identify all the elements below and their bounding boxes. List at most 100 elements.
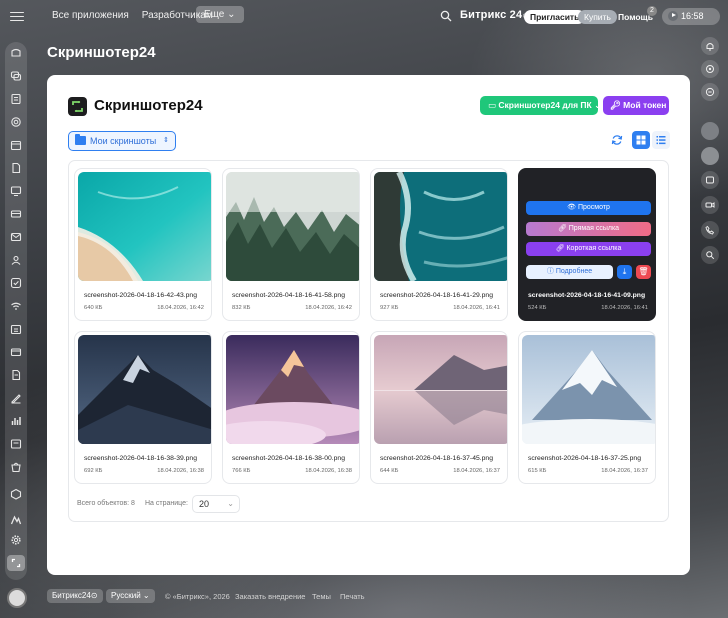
contacts-icon[interactable] (10, 254, 22, 266)
tasks-icon[interactable] (10, 277, 22, 289)
wifi-icon[interactable] (10, 300, 22, 312)
news-icon[interactable] (10, 93, 22, 105)
analytics-icon[interactable] (10, 415, 22, 427)
shop-icon[interactable] (10, 461, 22, 473)
search-chat-icon[interactable] (701, 246, 719, 264)
order-implementation-link[interactable]: Заказать внедрение (235, 592, 305, 601)
download-icon[interactable]: ⤓ (617, 265, 632, 279)
details-label: Подробнее (555, 268, 593, 275)
screenshot-tile-hovered[interactable]: 👁︎ Просмотр 🔗︎ Прямая ссылка 🔗︎ Короткая… (518, 168, 656, 321)
chat-icon[interactable] (10, 70, 22, 82)
market-icon[interactable] (10, 488, 22, 500)
screenshot-filename: screenshot-2026-04-18-16-42-43.png (84, 292, 197, 299)
my-token-button[interactable]: 🔑︎ Мой токен (603, 96, 669, 115)
screenshot-filename: screenshot-2026-04-18-16-41-58.png (232, 292, 345, 299)
folder-select[interactable]: Мои скриншоты ⇕ (68, 131, 176, 151)
planner-icon[interactable] (10, 323, 22, 335)
top-bar: Все приложения Разработчикам Еще ⌄ Битри… (0, 0, 728, 32)
footer-brand-button[interactable]: Битрикс24⊙ (47, 589, 103, 603)
contact-avatar-2[interactable] (701, 147, 719, 165)
screenshot-date: 18.04.2026, 16:42 (305, 305, 352, 311)
details-button[interactable]: ⓘ Подробнее (526, 265, 613, 279)
settings-icon[interactable] (10, 534, 22, 546)
open-lines-icon[interactable] (701, 171, 719, 189)
screenshot-thumbnail[interactable] (374, 335, 507, 444)
view-button[interactable]: 👁︎ Просмотр (526, 201, 651, 215)
webforms-icon[interactable] (10, 438, 22, 450)
refresh-icon[interactable] (611, 134, 623, 146)
screenshot-meta: 640 КБ 18.04.2026, 16:42 (84, 305, 204, 311)
grid-view-button[interactable] (632, 131, 650, 149)
screenshot-tile[interactable]: screenshot-2026-04-18-16-42-43.png 640 К… (74, 168, 212, 321)
screenshot-thumbnail[interactable] (374, 172, 507, 281)
screenshot-tile[interactable]: screenshot-2026-04-18-16-41-58.png 832 К… (222, 168, 360, 321)
menu-burger-icon[interactable] (10, 9, 24, 23)
screenshot-tile[interactable]: screenshot-2026-04-18-16-41-29.png 927 К… (370, 168, 508, 321)
copilot-icon[interactable] (701, 60, 719, 78)
work-day-clock[interactable]: 16:58 (662, 8, 720, 25)
invite-button[interactable]: Пригласить (524, 10, 586, 24)
screenshot-tile[interactable]: screenshot-2026-04-18-16-38-00.png 766 К… (222, 331, 360, 484)
my-token-label: Мой токен (623, 100, 667, 110)
pc-app-button[interactable]: ▭ Скриншотер24 для ПК ⌄ (480, 96, 601, 115)
mail-icon[interactable] (10, 231, 22, 243)
feed-icon[interactable] (10, 47, 22, 59)
screenshot-thumbnail[interactable] (226, 172, 359, 281)
screenshot-thumbnail[interactable] (226, 335, 359, 444)
screenshot-thumbnail[interactable] (78, 335, 211, 444)
brand-logo[interactable]: Битрикс 24⊙ (460, 9, 528, 21)
per-page-select[interactable]: 20 ⌄ (192, 495, 240, 513)
screenshoter-app-icon (10, 557, 22, 569)
user-avatar[interactable] (7, 588, 27, 608)
top-nav: Все приложения Разработчикам Еще ⌄ (52, 6, 244, 23)
payments-icon[interactable] (10, 346, 22, 358)
calendar-icon[interactable] (10, 139, 22, 151)
screenshot-tile[interactable]: screenshot-2026-04-18-16-37-45.png 644 К… (370, 331, 508, 484)
copyright-text: © «Битрикс», 2026 (165, 592, 230, 601)
screenshot-thumbnail[interactable] (78, 172, 211, 281)
nav-more-button[interactable]: Еще ⌄ (196, 6, 244, 23)
screenshot-size: 644 КБ (380, 468, 399, 474)
direct-link-button[interactable]: 🔗︎ Прямая ссылка (526, 222, 651, 236)
screenshot-filename: screenshot-2026-04-18-16-37-25.png (528, 455, 641, 462)
automation-icon[interactable] (10, 514, 22, 526)
list-view-button[interactable] (652, 131, 670, 149)
sites-icon[interactable] (10, 208, 22, 220)
screenshot-size: 832 КБ (232, 305, 251, 311)
screenshot-thumbnail[interactable] (522, 335, 655, 444)
nav-more-label: Еще (204, 9, 225, 20)
themes-link[interactable]: Темы (312, 592, 331, 601)
screenshoter-logo-icon (68, 97, 87, 116)
list-icon (656, 136, 666, 145)
screenshot-date: 18.04.2026, 16:42 (157, 305, 204, 311)
language-label: Русский (111, 591, 141, 600)
screenshot-gallery: screenshot-2026-04-18-16-42-43.png 640 К… (68, 160, 669, 522)
left-sidebar (5, 42, 27, 580)
folder-label: Мои скриншоты (90, 136, 157, 146)
contact-avatar-1[interactable] (701, 122, 719, 140)
buy-button[interactable]: Купить (578, 10, 617, 24)
delete-icon[interactable]: 🗑︎ (636, 265, 651, 279)
phone-icon[interactable] (701, 221, 719, 239)
screenshot-tile[interactable]: screenshot-2026-04-18-16-37-25.png 615 К… (518, 331, 656, 484)
video-call-icon[interactable] (701, 196, 719, 214)
short-link-button[interactable]: 🔗︎ Короткая ссылка (526, 242, 651, 256)
screenshot-tile[interactable]: screenshot-2026-04-18-16-38-39.png 692 К… (74, 331, 212, 484)
notifications-icon[interactable] (701, 37, 719, 55)
messenger-icon[interactable] (701, 83, 719, 101)
sign-icon[interactable] (10, 392, 22, 404)
pc-app-label: Скриншотер24 для ПК (498, 100, 592, 110)
nav-all-apps[interactable]: Все приложения (52, 9, 129, 23)
documents-icon[interactable] (10, 162, 22, 174)
search-icon[interactable] (440, 10, 452, 22)
crm-icon[interactable] (10, 185, 22, 197)
reports-icon[interactable] (10, 369, 22, 381)
groups-icon[interactable] (10, 116, 22, 128)
short-link-label: Короткая ссылка (566, 245, 622, 252)
app-name: Скриншотер24 (94, 97, 203, 114)
print-link[interactable]: Печать (340, 592, 365, 601)
language-select[interactable]: Русский ⌄ (106, 589, 155, 603)
link-icon: 🔗︎ (557, 225, 567, 232)
eye-icon: 👁︎ (567, 204, 576, 211)
brand-label: Битрикс 24 (460, 9, 523, 21)
